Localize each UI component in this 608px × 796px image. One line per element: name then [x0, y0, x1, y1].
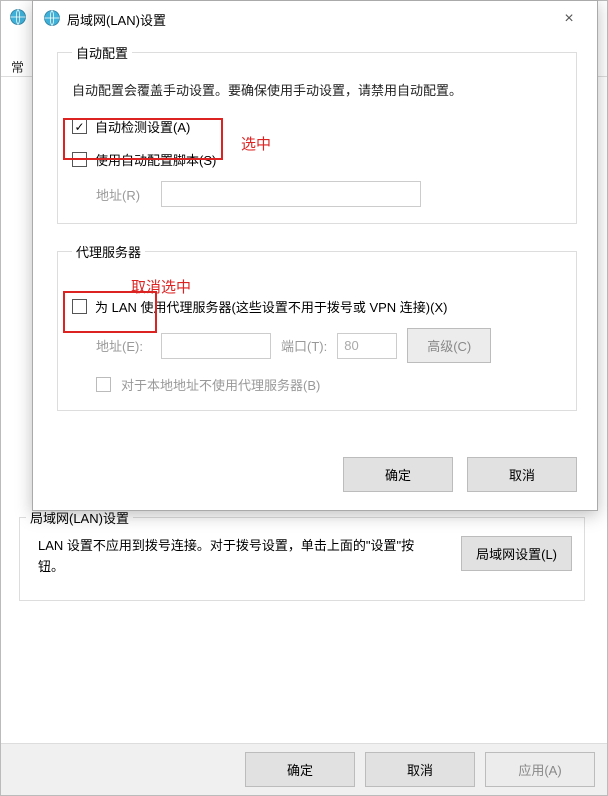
- proxy-bypass-label: 对于本地地址不使用代理服务器(B): [121, 375, 320, 394]
- proxy-port-input[interactable]: [337, 333, 397, 359]
- proxy-group: 代理服务器 为 LAN 使用代理服务器(这些设置不用于拨号或 VPN 连接)(X…: [57, 242, 577, 411]
- auto-config-legend: 自动配置: [72, 43, 132, 62]
- proxy-use-checkbox[interactable]: [72, 299, 87, 314]
- dialog-titlebar: 局域网(LAN)设置 ×: [33, 1, 597, 37]
- proxy-use-label: 为 LAN 使用代理服务器(这些设置不用于拨号或 VPN 连接)(X): [95, 297, 447, 316]
- auto-detect-label: 自动检测设置(A): [95, 117, 190, 136]
- globe-icon: [9, 8, 27, 29]
- dialog-cancel-button[interactable]: 取消: [467, 457, 577, 492]
- proxy-bypass-checkbox[interactable]: [96, 377, 111, 392]
- auto-detect-checkbox[interactable]: [72, 119, 87, 134]
- parent-apply-button[interactable]: 应用(A): [485, 752, 595, 787]
- lan-settings-button[interactable]: 局域网设置(L): [461, 536, 572, 571]
- parent-footer: 确定 取消 应用(A): [1, 743, 607, 795]
- lan-section-group: 局域网(LAN)设置 LAN 设置不应用到拨号连接。对于拨号设置，单击上面的"设…: [19, 517, 585, 601]
- dialog-title: 局域网(LAN)设置: [67, 10, 166, 29]
- tab-fragment[interactable]: 常: [11, 57, 31, 76]
- dialog-ok-button[interactable]: 确定: [343, 457, 453, 492]
- close-button[interactable]: ×: [551, 1, 587, 37]
- lan-section-desc: LAN 设置不应用到拨号连接。对于拨号设置，单击上面的"设置"按钮。: [32, 536, 437, 578]
- auto-address-input[interactable]: [161, 181, 421, 207]
- proxy-legend: 代理服务器: [72, 242, 145, 261]
- proxy-address-input[interactable]: [161, 333, 271, 359]
- parent-ok-button[interactable]: 确定: [245, 752, 355, 787]
- auto-config-desc: 自动配置会覆盖手动设置。要确保使用手动设置，请禁用自动配置。: [72, 80, 562, 99]
- parent-cancel-button[interactable]: 取消: [365, 752, 475, 787]
- auto-address-label: 地址(R): [96, 185, 151, 204]
- globe-icon: [43, 9, 61, 30]
- auto-config-group: 自动配置 自动配置会覆盖手动设置。要确保使用手动设置，请禁用自动配置。 自动检测…: [57, 43, 577, 224]
- lan-settings-dialog: 局域网(LAN)设置 × 自动配置 自动配置会覆盖手动设置。要确保使用手动设置，…: [32, 0, 598, 511]
- auto-script-checkbox[interactable]: [72, 152, 87, 167]
- proxy-address-label: 地址(E):: [96, 336, 151, 355]
- dialog-footer: 确定 取消: [33, 447, 597, 510]
- auto-script-label: 使用自动配置脚本(S): [95, 150, 216, 169]
- proxy-port-label: 端口(T):: [281, 336, 327, 355]
- dialog-body: 自动配置 自动配置会覆盖手动设置。要确保使用手动设置，请禁用自动配置。 自动检测…: [33, 37, 597, 447]
- proxy-advanced-button[interactable]: 高级(C): [407, 328, 491, 363]
